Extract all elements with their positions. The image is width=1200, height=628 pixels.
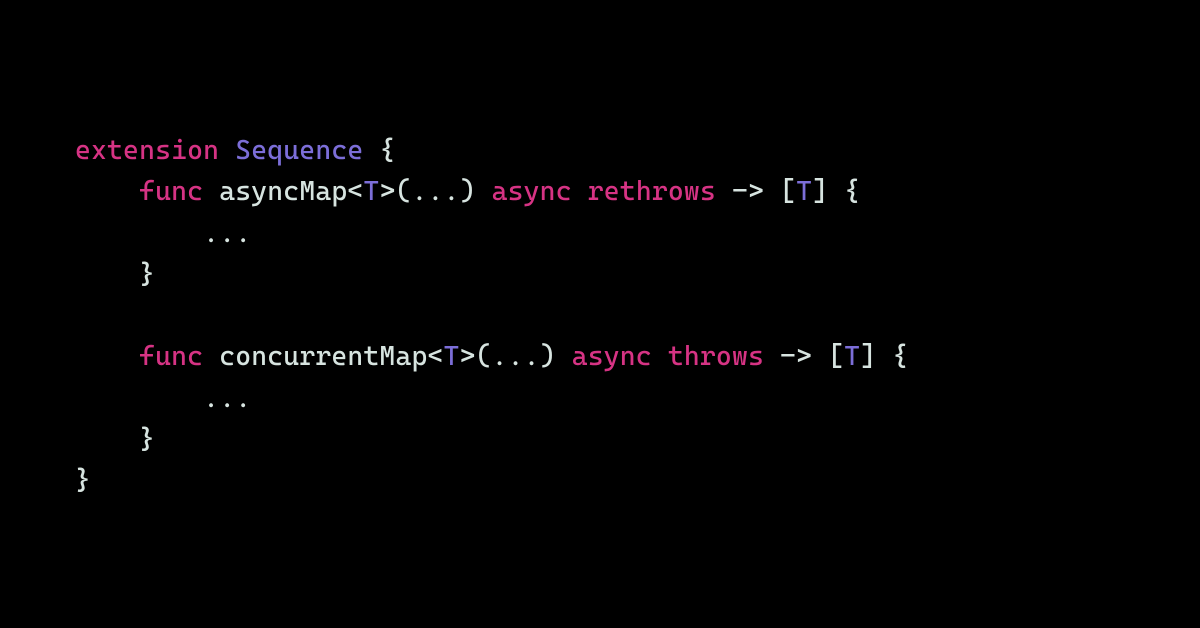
space — [556, 341, 572, 372]
bracket-open: [ — [828, 341, 844, 372]
space — [363, 135, 379, 166]
code-block: extension Sequence { func asyncMap<T>(..… — [0, 0, 1200, 502]
bracket-open: [ — [780, 176, 796, 207]
brace-open: { — [379, 135, 395, 166]
indent — [75, 259, 139, 290]
indent — [75, 341, 139, 372]
space — [876, 341, 892, 372]
code-line-3: ... — [75, 218, 251, 249]
generic-t: T — [363, 176, 379, 207]
body-ellipsis: ... — [203, 218, 251, 249]
code-line-1: extension Sequence { — [75, 135, 395, 166]
space — [716, 176, 732, 207]
keyword-async: async — [572, 341, 652, 372]
brace-close: } — [139, 424, 155, 455]
code-line-4: } — [75, 259, 155, 290]
code-line-7: ... — [75, 383, 251, 414]
type-sequence: Sequence — [235, 135, 363, 166]
generic-t: T — [444, 341, 460, 372]
angle-lt: < — [347, 176, 363, 207]
brace-open: { — [892, 341, 908, 372]
brace-open: { — [844, 176, 860, 207]
space — [572, 176, 588, 207]
params: (...) — [476, 341, 556, 372]
space — [828, 176, 844, 207]
code-line-8: } — [75, 424, 155, 455]
keyword-rethrows: rethrows — [588, 176, 716, 207]
brace-close: } — [139, 259, 155, 290]
space — [812, 341, 828, 372]
code-line-6: func concurrentMap<T>(...) async throws … — [75, 341, 908, 372]
space — [764, 341, 780, 372]
space — [203, 341, 219, 372]
return-type-t: T — [844, 341, 860, 372]
body-ellipsis: ... — [203, 383, 251, 414]
func-name-concurrentmap: concurrentMap — [219, 341, 427, 372]
keyword-async: async — [492, 176, 572, 207]
keyword-func: func — [139, 176, 203, 207]
indent — [75, 424, 139, 455]
func-name-asyncmap: asyncMap — [219, 176, 347, 207]
space — [219, 135, 235, 166]
params: (...) — [395, 176, 475, 207]
bracket-close: ] — [860, 341, 876, 372]
space — [476, 176, 492, 207]
arrow: -> — [780, 341, 812, 372]
indent — [75, 218, 203, 249]
bracket-close: ] — [812, 176, 828, 207]
indent — [75, 176, 139, 207]
space — [652, 341, 668, 372]
brace-close: } — [75, 465, 91, 496]
angle-gt: > — [460, 341, 476, 372]
code-line-9: } — [75, 465, 91, 496]
code-line-2: func asyncMap<T>(...) async rethrows -> … — [75, 176, 860, 207]
space — [764, 176, 780, 207]
angle-gt: > — [379, 176, 395, 207]
keyword-func: func — [139, 341, 203, 372]
space — [203, 176, 219, 207]
angle-lt: < — [427, 341, 443, 372]
keyword-extension: extension — [75, 135, 219, 166]
arrow: -> — [732, 176, 764, 207]
keyword-throws: throws — [668, 341, 764, 372]
indent — [75, 383, 203, 414]
return-type-t: T — [796, 176, 812, 207]
